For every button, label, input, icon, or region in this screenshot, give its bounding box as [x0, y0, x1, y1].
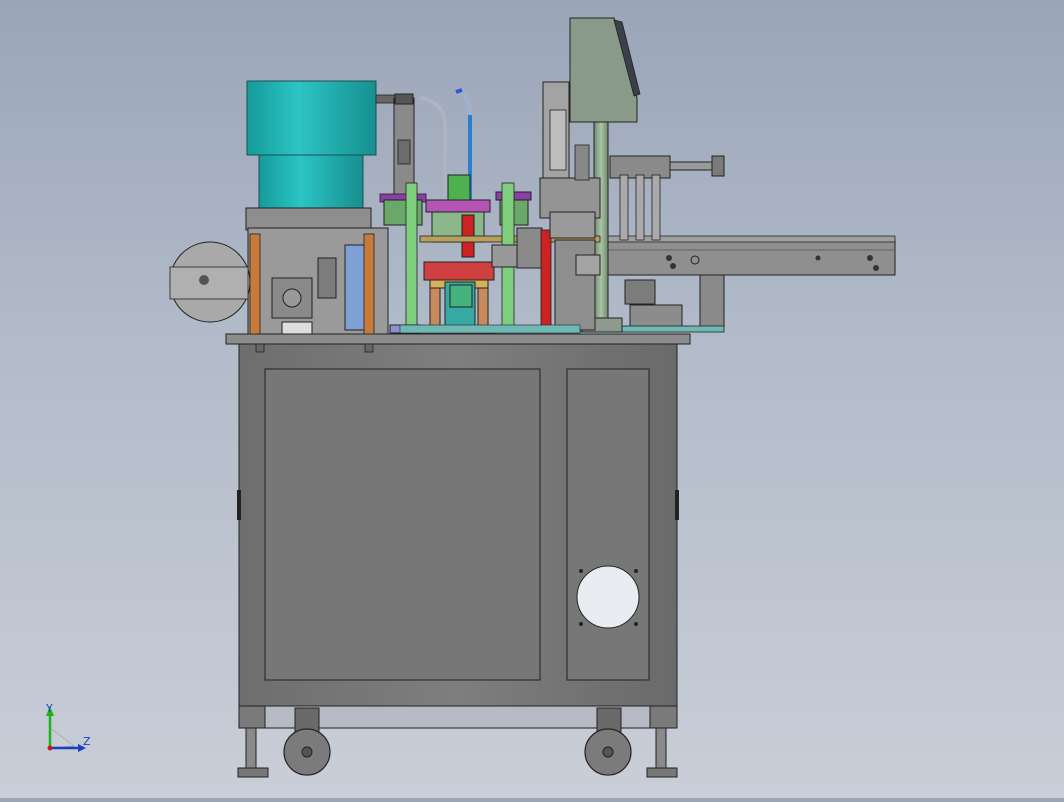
cabinet [225, 333, 691, 729]
leveling-foot-left [237, 727, 269, 778]
table-top-plate [225, 333, 691, 345]
machine-drawing: Y Z [45, 17, 896, 778]
orange-column-right [363, 233, 375, 335]
right-door-panel [566, 368, 650, 681]
leveling-foot-right [646, 727, 678, 778]
horizontal-cylinder [609, 155, 725, 241]
coordinate-triad: Y Z [45, 702, 91, 752]
vertical-rail [393, 93, 415, 197]
left-door-panel [264, 368, 541, 681]
green-block-center [449, 284, 473, 308]
z-axis-label: Z [83, 735, 91, 748]
cad-viewport[interactable]: Y Z [0, 0, 1064, 798]
cable-port [576, 565, 640, 629]
bowl-feeder [245, 80, 397, 231]
feeder-base [169, 227, 389, 335]
y-axis-label: Y [45, 702, 53, 715]
red-cylinder-right [540, 229, 552, 333]
green-cylinder-left [405, 182, 418, 332]
orange-column-left [249, 233, 261, 335]
hmi-mast [593, 119, 609, 333]
conveyor [579, 235, 896, 333]
